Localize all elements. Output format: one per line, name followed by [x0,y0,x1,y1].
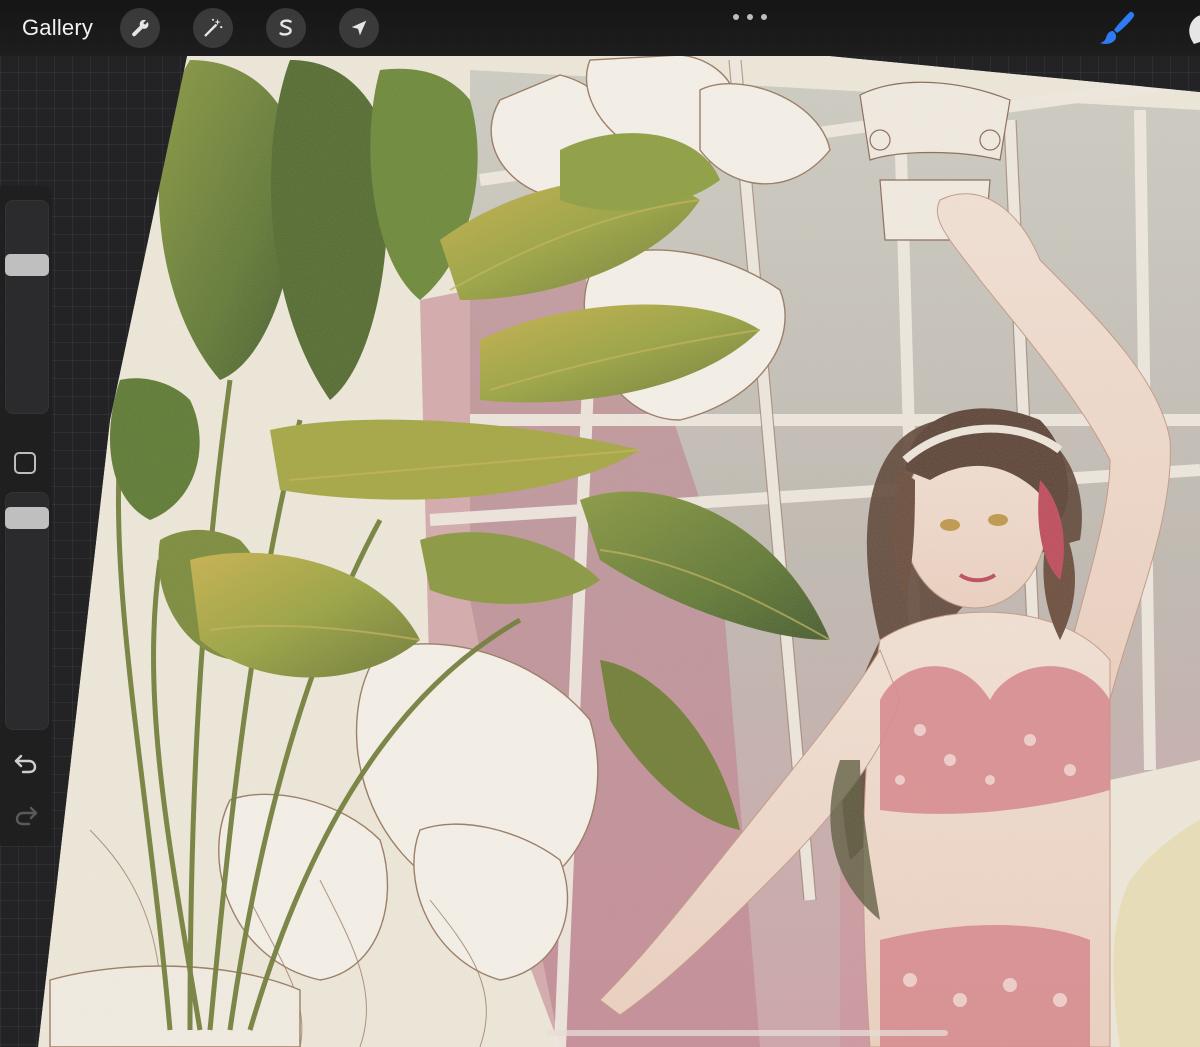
dot [733,14,739,20]
undo-button[interactable] [13,752,39,774]
left-sidebar [0,186,52,846]
redo-icon [15,806,38,826]
smudge-tool-button[interactable] [1180,8,1200,48]
arrow-cursor-icon [351,20,367,36]
redo-button[interactable] [13,804,39,826]
undo-icon [14,754,37,774]
brush-size-slider[interactable] [5,200,49,414]
wrench-icon [132,19,149,37]
opacity-slider[interactable] [5,492,49,730]
top-toolbar: Gallery [0,0,1200,56]
selection-s-icon [279,19,292,36]
gallery-button[interactable]: Gallery [22,14,93,42]
artwork-illustration [38,56,1200,1047]
smudge-finger-icon [1189,15,1200,44]
home-indicator[interactable] [546,1030,948,1036]
dot [761,14,767,20]
more-options-button[interactable] [733,10,767,24]
brush-tool-button[interactable] [1096,8,1136,48]
dot [747,14,753,20]
transform-button[interactable] [339,8,379,48]
modify-button[interactable] [14,452,36,474]
magic-wand-icon [204,18,223,37]
selection-button[interactable] [266,8,306,48]
actions-button[interactable] [120,8,160,48]
brush-icon [1100,11,1135,44]
adjustments-button[interactable] [193,8,233,48]
procreate-app: Gallery [0,0,1200,1047]
drawing-canvas[interactable] [0,0,1200,1047]
brush-size-thumb[interactable] [5,254,49,276]
opacity-thumb[interactable] [5,507,49,529]
